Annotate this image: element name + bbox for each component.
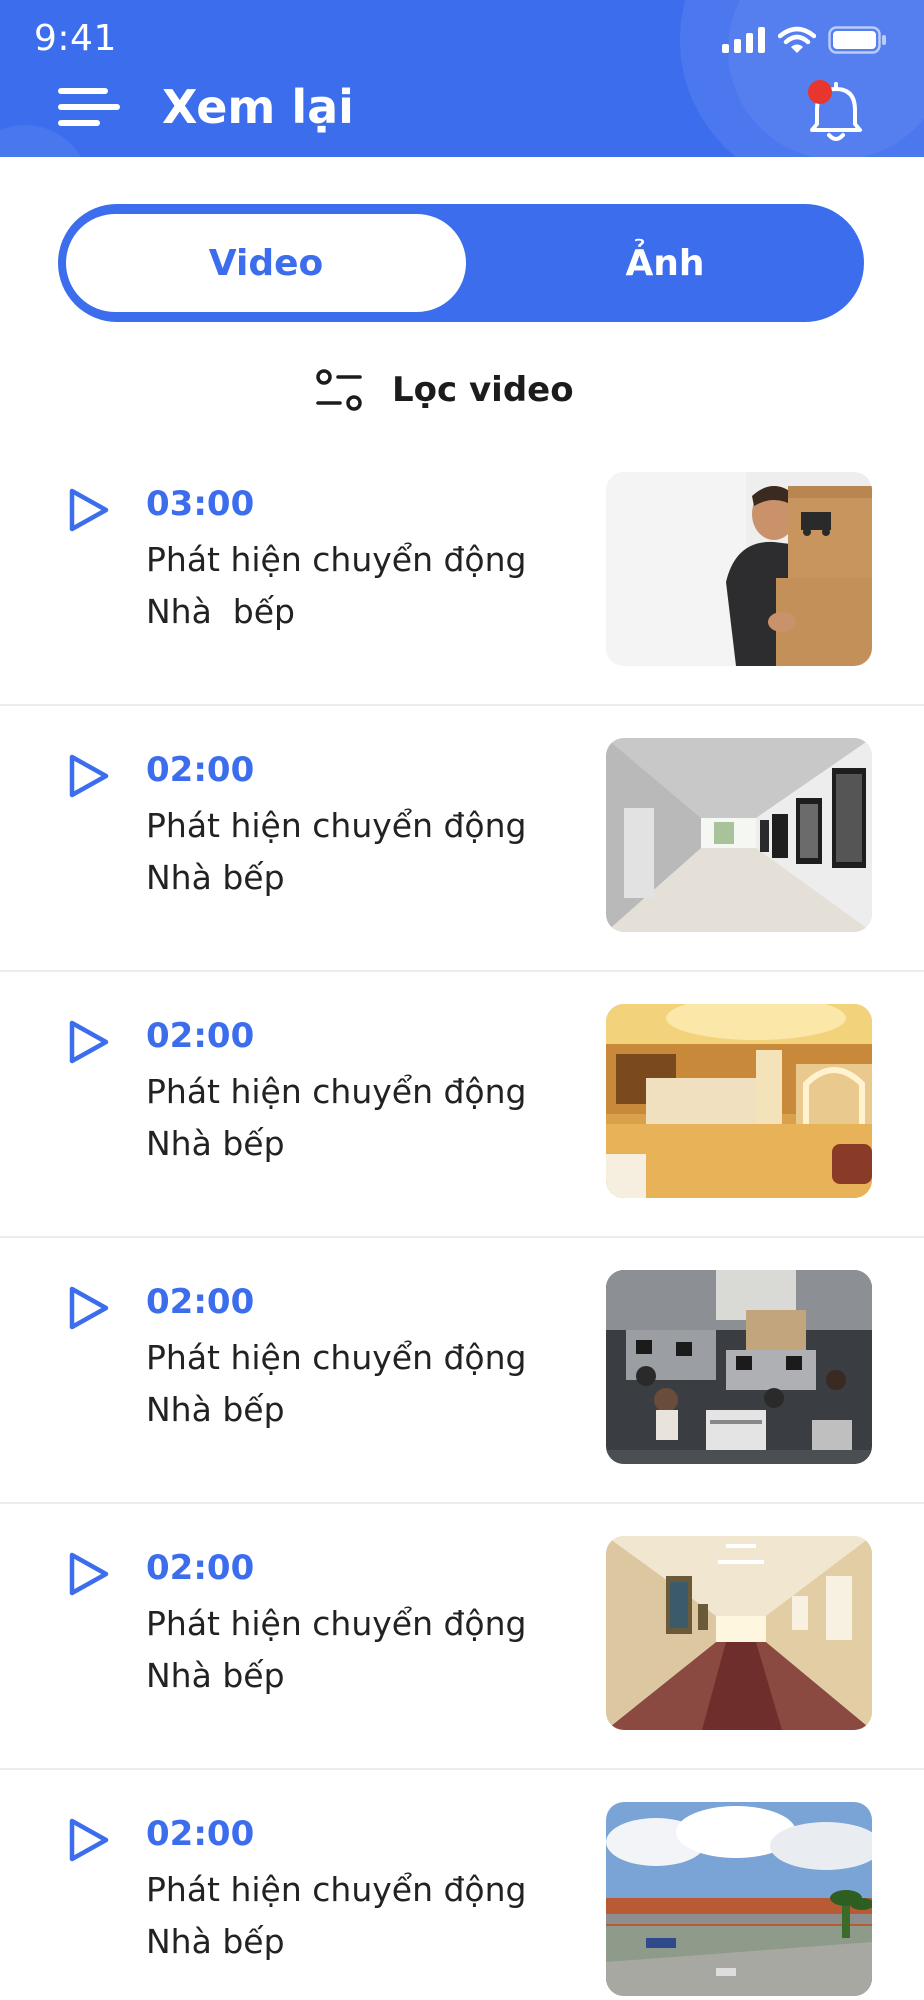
app-header: 9:41 Xem lại: [0, 0, 924, 157]
recording-thumbnail[interactable]: [606, 1270, 872, 1464]
recording-item[interactable]: 02:00 Phát hiện chuyển động Nhà bếp: [0, 1770, 924, 2000]
recording-thumbnail[interactable]: [606, 1004, 872, 1198]
recording-item[interactable]: 02:00 Phát hiện chuyển động Nhà bếp: [0, 972, 924, 1238]
recording-time: 02:00: [146, 750, 255, 790]
recording-event: Phát hiện chuyển động: [146, 806, 527, 845]
screen: 9:41 Xem lại Video Ảnh Lọc video 03:00 P…: [0, 0, 924, 2000]
hamburger-menu-icon[interactable]: [58, 86, 120, 130]
filter-icon: [316, 369, 362, 411]
recording-time: 02:00: [146, 1814, 255, 1854]
recording-event: Phát hiện chuyển động: [146, 1072, 527, 1111]
recording-item[interactable]: 02:00 Phát hiện chuyển động Nhà bếp: [0, 1238, 924, 1504]
recording-time: 03:00: [146, 484, 255, 524]
recording-item[interactable]: 02:00 Phát hiện chuyển động Nhà bếp: [0, 1504, 924, 1770]
recording-time: 02:00: [146, 1016, 255, 1056]
recording-item[interactable]: 03:00 Phát hiện chuyển động Nhà bếp: [0, 440, 924, 706]
recording-event: Phát hiện chuyển động: [146, 1338, 527, 1377]
notification-button[interactable]: [800, 76, 872, 146]
status-bar-icons: [722, 26, 888, 54]
recording-thumbnail[interactable]: [606, 1802, 872, 1996]
menu-line: [58, 104, 120, 110]
notification-badge: [808, 80, 832, 104]
recording-thumbnail[interactable]: [606, 738, 872, 932]
play-icon[interactable]: [64, 486, 112, 534]
recording-thumbnail[interactable]: [606, 1536, 872, 1730]
play-icon[interactable]: [64, 752, 112, 800]
filter-label: Lọc video: [392, 370, 574, 410]
tab-video[interactable]: Video: [66, 214, 466, 312]
play-icon[interactable]: [64, 1018, 112, 1066]
media-type-tabs: Video Ảnh: [58, 204, 864, 322]
recording-location: Nhà bếp: [146, 592, 295, 631]
wifi-icon: [778, 26, 816, 53]
play-icon[interactable]: [64, 1816, 112, 1864]
menu-line: [58, 88, 108, 94]
recording-event: Phát hiện chuyển động: [146, 1870, 527, 1909]
recording-location: Nhà bếp: [146, 1124, 285, 1163]
status-bar-time: 9:41: [34, 18, 117, 59]
recording-location: Nhà bếp: [146, 858, 285, 897]
filter-video-button[interactable]: Lọc video: [316, 364, 574, 416]
recording-location: Nhà bếp: [146, 1390, 285, 1429]
battery-icon: [828, 26, 886, 54]
recording-event: Phát hiện chuyển động: [146, 1604, 527, 1643]
recording-location: Nhà bếp: [146, 1922, 285, 1961]
recording-list: 03:00 Phát hiện chuyển động Nhà bếp 02:0…: [0, 440, 924, 2000]
cellular-signal-icon: [722, 27, 765, 53]
page-title: Xem lại: [162, 80, 354, 134]
recording-item[interactable]: 02:00 Phát hiện chuyển động Nhà bếp: [0, 706, 924, 972]
tab-photo[interactable]: Ảnh: [470, 214, 860, 312]
recording-thumbnail[interactable]: [606, 472, 872, 666]
menu-line: [58, 120, 100, 126]
play-icon[interactable]: [64, 1550, 112, 1598]
recording-event: Phát hiện chuyển động: [146, 540, 527, 579]
recording-time: 02:00: [146, 1282, 255, 1322]
play-icon[interactable]: [64, 1284, 112, 1332]
recording-time: 02:00: [146, 1548, 255, 1588]
recording-location: Nhà bếp: [146, 1656, 285, 1695]
